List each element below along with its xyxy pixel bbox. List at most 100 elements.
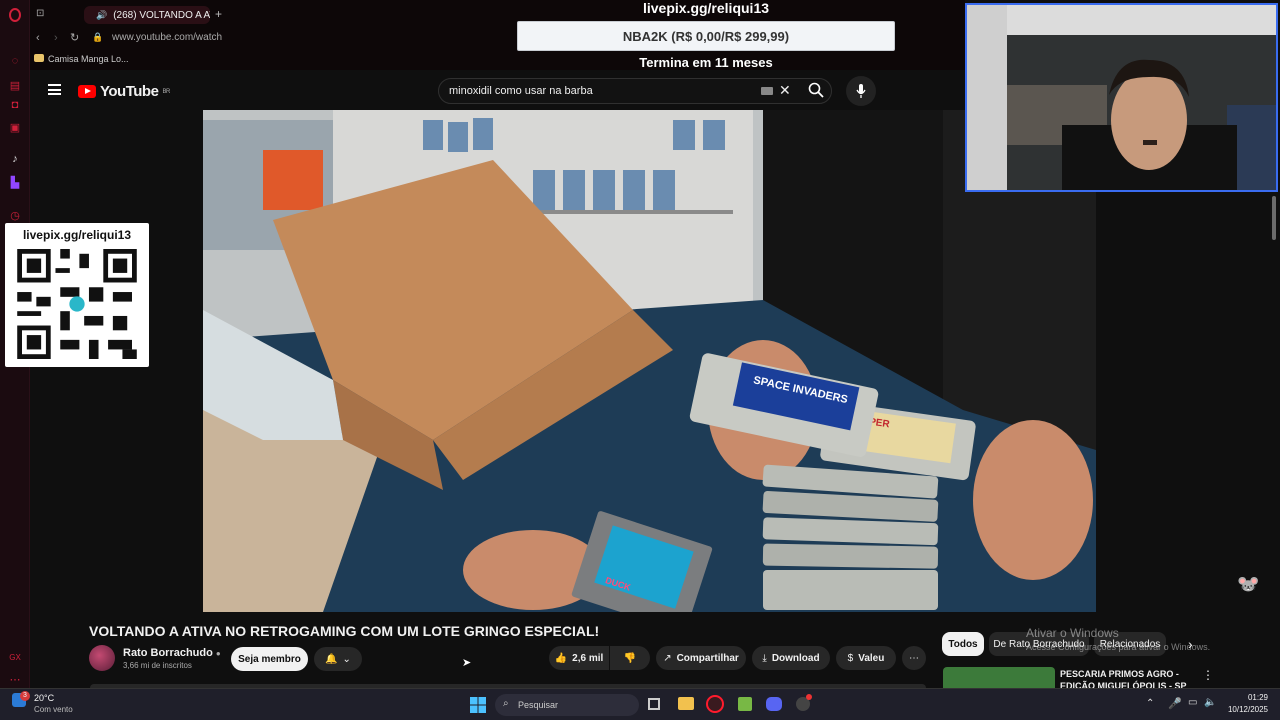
channel-name[interactable]: Rato Borrachudo ● (123, 647, 221, 659)
twitch-icon[interactable]: ▙ (8, 175, 22, 189)
new-tab-button[interactable]: + (215, 7, 222, 21)
task-view-icon[interactable] (648, 698, 660, 710)
url-field[interactable]: www.youtube.com/watch (112, 32, 222, 43)
super-thanks-icon: $ (847, 652, 854, 664)
video-player[interactable]: SUPER SPACE INVADERS DUCK (203, 110, 1096, 612)
weather-temp[interactable]: 20°C (34, 693, 54, 703)
clear-search-icon[interactable]: ✕ (779, 82, 791, 99)
voice-search-button[interactable] (846, 76, 876, 106)
related-video-title[interactable]: PESCARIA PRIMOS AGRO - EDIÇÃO MIGUELÓPOL… (1060, 668, 1200, 688)
share-label: Compartilhar (676, 652, 739, 664)
thumbs-down-icon: 👎 (623, 652, 637, 664)
tray-network-icon[interactable]: ▭ (1188, 697, 1197, 708)
lock-icon: 🔒 (92, 32, 104, 42)
music-icon[interactable]: ♪ (8, 152, 22, 166)
channel-watermark-icon: 🐭 (1237, 574, 1260, 594)
microphone-icon (856, 84, 866, 98)
share-icon: ↗ (663, 652, 672, 664)
windows-logo-icon (470, 697, 486, 713)
discord-icon[interactable] (766, 697, 782, 711)
file-explorer-icon[interactable] (678, 697, 694, 710)
goal-deadline: Termina em 11 meses (639, 55, 773, 70)
gx-icon[interactable]: GX (8, 650, 22, 664)
notification-bell-button[interactable]: 🔔 ⌄ (314, 647, 362, 671)
taskbar-search[interactable]: ⌕ Pesquisar (495, 694, 639, 716)
qr-url: livepix.gg/reliqui13 (22, 228, 132, 242)
clock-date[interactable]: 10/12/2025 (1222, 705, 1268, 714)
windows-activation-title: Ativar o Windows (1026, 626, 1119, 640)
browser-tab[interactable]: 🔊 (268) VOLTANDO A AT (84, 6, 210, 24)
like-button[interactable]: 👍 2,6 mil (549, 646, 609, 670)
youtube-play-icon (78, 85, 96, 98)
video-info: VOLTANDO A ATIVA NO RETROGAMING COM UM L… (30, 612, 1280, 688)
download-label: Download (771, 652, 820, 664)
livepix-goal-overlay: livepix.gg/reliqui13 NBA2K (R$ 0,00/R$ 2… (517, 0, 895, 72)
notification-dot (806, 694, 812, 700)
history-icon[interactable]: ◷ (8, 208, 22, 222)
channel-avatar[interactable] (89, 645, 115, 671)
taskbar-search-placeholder: Pesquisar (518, 700, 559, 710)
join-button[interactable]: Seja membro (231, 647, 308, 671)
youtube-logo[interactable]: YouTube BR (78, 83, 170, 100)
livepix-url: livepix.gg/reliqui13 (642, 0, 770, 16)
subscriber-count: 3,66 mi de inscritos (123, 661, 192, 670)
livepix-qr-card: livepix.gg/reliqui13 (5, 223, 149, 367)
tray-mic-icon[interactable]: 🎤 (1168, 697, 1182, 710)
share-button[interactable]: ↗ Compartilhar (656, 646, 746, 670)
video-frame: SUPER SPACE INVADERS DUCK (203, 110, 1096, 612)
page-scrollbar[interactable] (1272, 196, 1276, 240)
more-actions-button[interactable]: ⋯ (902, 646, 926, 670)
windows-taskbar: 3 20°C Com vento ⌕ Pesquisar ⌃ 🎤 ▭ 🔈 01:… (0, 688, 1280, 720)
search-icon (808, 82, 824, 98)
crypto-wallet-icon[interactable]: ▤ (8, 78, 22, 92)
reload-icon[interactable]: ↻ (70, 31, 79, 44)
search-value: minoxidil como usar na barba (449, 85, 593, 97)
menu-icon[interactable] (48, 84, 61, 95)
opera-logo-icon[interactable] (8, 8, 22, 22)
download-button[interactable]: ⤓ Download (752, 646, 830, 670)
webcam-overlay (965, 3, 1278, 192)
tab-overview-icon[interactable]: ⊡ (36, 8, 48, 20)
opera-gx-taskbar-icon[interactable] (706, 695, 724, 713)
keyboard-icon[interactable] (761, 87, 773, 95)
related-thumbnail[interactable] (943, 667, 1055, 688)
youtube-logo-text: YouTube (100, 83, 159, 100)
aria-icon[interactable]: ◌ (8, 54, 22, 68)
speaker-icon[interactable]: 🔊 (96, 10, 107, 21)
related-more-icon[interactable]: ⋮ (1202, 668, 1214, 682)
bookmark-item[interactable]: Camisa Manga Lo... (48, 54, 129, 64)
start-button[interactable] (470, 697, 486, 718)
messenger-icon[interactable]: ◘ (8, 98, 22, 112)
search-input[interactable]: minoxidil como usar na barba ✕ (438, 78, 832, 104)
instagram-icon[interactable]: ▣ (8, 120, 22, 134)
clock-time[interactable]: 01:29 (1230, 693, 1268, 702)
bell-icon: 🔔 (325, 653, 338, 665)
qr-code-icon (17, 249, 137, 359)
more-icon: ⋯ (909, 652, 919, 664)
chip-todos[interactable]: Todos (942, 632, 984, 656)
country-code: BR (162, 88, 170, 95)
store-icon[interactable] (738, 697, 752, 711)
thanks-label: Valeu (858, 652, 885, 664)
sidebar-more-icon[interactable]: ⋯ (8, 672, 22, 686)
channel-name-text: Rato Borrachudo (123, 647, 213, 659)
weather-desc: Com vento (34, 705, 73, 714)
verified-icon: ● (215, 649, 221, 658)
dislike-button[interactable]: 👎 (610, 646, 650, 670)
back-icon[interactable]: ‹ (36, 32, 40, 44)
search-button[interactable] (808, 82, 824, 103)
download-icon: ⤓ (762, 652, 767, 664)
goal-bar: NBA2K (R$ 0,00/R$ 299,99) (517, 21, 895, 51)
tab-title: (268) VOLTANDO A AT (113, 9, 210, 21)
tray-chevron-icon[interactable]: ⌃ (1146, 698, 1154, 709)
windows-activation-subtitle: Acesse Configurações para ativar o Windo… (1026, 642, 1211, 652)
thanks-button[interactable]: $ Valeu (836, 646, 896, 670)
mouse-cursor-icon: ➤ (462, 657, 472, 669)
thumbs-up-icon: 👍 (554, 652, 568, 664)
weather-badge: 3 (20, 691, 30, 701)
forward-icon[interactable]: › (54, 32, 58, 44)
tray-volume-icon[interactable]: 🔈 (1204, 697, 1216, 708)
like-count: 2,6 mil (572, 652, 604, 664)
webcam-feed (967, 5, 1276, 190)
taskbar-search-icon: ⌕ (503, 698, 509, 709)
